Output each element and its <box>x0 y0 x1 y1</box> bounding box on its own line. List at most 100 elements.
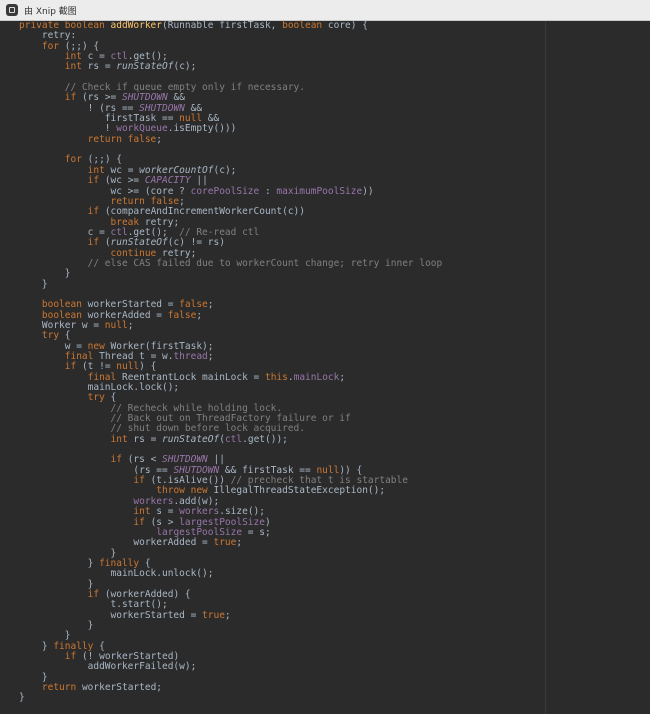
code-token: { <box>144 557 151 569</box>
code-token: runStateOf <box>116 61 174 73</box>
code-token: workerAdded = <box>19 537 214 549</box>
code-token: ; <box>196 309 203 321</box>
code-token: return false <box>110 195 180 207</box>
code-token: )) { <box>339 464 363 476</box>
code-token: } <box>19 692 25 704</box>
code-token: core) { <box>327 20 368 31</box>
code-token: workerCountOf <box>139 164 214 176</box>
code-token: ! (rs == <box>19 102 140 114</box>
code-token: final <box>64 351 100 362</box>
code-token: && <box>167 92 185 104</box>
code-token: int <box>133 506 157 518</box>
code-token: ctl <box>110 51 128 63</box>
code-token: IllegalThreadStateException(); <box>213 485 386 497</box>
code-token: SHUTDOWN <box>121 92 168 104</box>
code-token: new <box>87 340 111 352</box>
code-token: } <box>19 278 48 290</box>
code-token: firstTask == <box>19 113 180 125</box>
code-token: // Re-read ctl <box>179 226 260 238</box>
code-token: SHUTDOWN <box>173 464 220 476</box>
code-token: if <box>133 475 151 487</box>
code-token: ! <box>19 123 117 135</box>
code-token: workers <box>179 506 220 518</box>
code-token: mainLock.unlock(); <box>19 568 214 580</box>
code-token: c = <box>19 226 111 238</box>
code-token: boolean <box>41 309 88 321</box>
code-line: return workerStarted; <box>19 682 442 693</box>
code-token: boolean <box>41 299 88 311</box>
code-token: SHUTDOWN <box>162 454 208 466</box>
window-title: 由 Xnip 截图 <box>24 6 77 17</box>
xnip-app-icon <box>6 4 18 16</box>
code-token: throw new <box>156 485 214 497</box>
code-token: addWorker <box>110 20 162 31</box>
code-token: .size(); <box>219 506 265 518</box>
code-token: mainLock.lock(); <box>19 382 180 394</box>
code-token: (;;) { <box>64 40 100 52</box>
code-token: ; <box>207 299 214 311</box>
code-token: runStateOf <box>110 237 168 249</box>
code-token: .isEmpty())) <box>167 123 237 135</box>
code-token: private boolean <box>19 20 111 31</box>
code-token: finally <box>99 557 145 569</box>
code-token: (c); <box>213 164 237 176</box>
code-token: workerAdded = <box>87 309 168 321</box>
code-token: false <box>179 299 208 311</box>
code-token: mainLock <box>293 371 340 383</box>
code-token: ; <box>236 537 243 549</box>
code-editor[interactable]: private boolean addWorker(Runnable first… <box>0 20 650 714</box>
code-token: if <box>64 92 82 104</box>
code-token: null <box>316 464 340 476</box>
code-token: null <box>104 319 128 331</box>
code-token: (rs < <box>127 454 163 466</box>
code-token: } <box>19 640 54 652</box>
code-token: // Recheck while holding lock. <box>110 402 283 414</box>
code-token: finally <box>53 640 100 652</box>
code-token: // else CAS failed due to workerCount ch… <box>87 257 443 269</box>
code-token: try <box>41 330 65 342</box>
code-token: } <box>19 547 117 559</box>
code-content: private boolean addWorker(Runnable first… <box>0 20 443 704</box>
code-token: .get(); <box>127 51 168 63</box>
code-token: null <box>116 361 140 373</box>
code-token: (! workerStarted) <box>81 650 180 662</box>
code-token: (rs >= <box>81 92 122 104</box>
code-token: && <box>184 102 203 114</box>
code-token: boolean <box>282 20 328 31</box>
code-line: int rs = runStateOf(c); <box>19 62 442 72</box>
code-token: } <box>19 619 94 631</box>
code-line: } <box>19 693 442 703</box>
code-token: ; <box>179 195 185 207</box>
code-token: ReentrantLock mainLock = <box>121 371 265 383</box>
code-token: Worker(firstTask); <box>110 340 214 352</box>
code-token: ; <box>156 133 163 145</box>
code-line: // else CAS failed due to workerCount ch… <box>19 257 443 269</box>
code-token: // precheck that t is startable <box>230 475 408 487</box>
code-token: c = <box>87 51 111 63</box>
code-token: } <box>19 557 100 569</box>
code-token: int <box>87 164 111 176</box>
code-line: return false; <box>19 133 442 145</box>
code-token: retry; <box>144 216 180 228</box>
code-token: (compareAndIncrementWorkerCount(c)) <box>104 206 305 218</box>
code-token: || <box>207 454 225 466</box>
code-token: Worker w = <box>19 319 105 331</box>
code-token: workerStarted; <box>81 682 163 693</box>
code-token: if <box>64 650 82 662</box>
